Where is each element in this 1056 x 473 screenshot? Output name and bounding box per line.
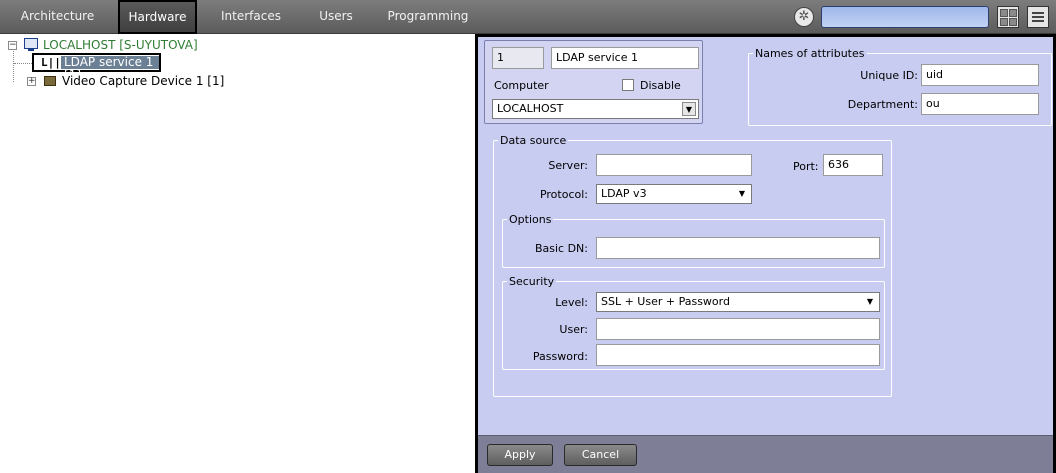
server-label: Server: [548, 159, 588, 172]
unique-id-label: Unique ID: [860, 69, 918, 82]
tree-connector [13, 51, 14, 82]
object-id-field[interactable]: 1 [492, 47, 544, 69]
computer-select-value: LOCALHOST [497, 102, 564, 115]
password-field[interactable] [596, 344, 880, 366]
menu-icon[interactable] [1027, 6, 1049, 28]
hardware-tree: − LOCALHOST [S-UYUTOVA] L|| LDAP service… [0, 35, 475, 473]
protocol-label: Protocol: [539, 188, 588, 201]
object-card: 1 LDAP service 1 Computer Disable LOCALH… [484, 40, 703, 124]
expand-icon[interactable]: + [27, 77, 36, 86]
computer-label: Computer [494, 79, 549, 92]
attributes-legend: Names of attributes [755, 47, 865, 60]
basic-dn-label: Basic DN: [534, 242, 588, 255]
tab-interfaces[interactable]: Interfaces [210, 0, 292, 34]
gear-icon[interactable]: ✲ [794, 7, 814, 27]
security-level-value: SSL + User + Password [601, 295, 730, 308]
protocol-select[interactable]: LDAP v3 ▼ [596, 184, 752, 204]
security-legend: Security [509, 275, 555, 288]
disable-checkbox[interactable] [622, 79, 634, 91]
unique-id-field[interactable]: uid [921, 64, 1039, 86]
user-label: User: [559, 323, 588, 336]
options-legend: Options [509, 213, 552, 226]
tree-item-label: LDAP service 1 [1] [61, 56, 159, 82]
protocol-select-value: LDAP v3 [601, 187, 647, 200]
layout-grid-icon[interactable] [997, 6, 1019, 28]
object-name-field[interactable]: LDAP service 1 [551, 47, 699, 69]
password-label: Password: [532, 350, 588, 363]
tree-item-video-capture[interactable]: Video Capture Device 1 [1] [62, 74, 224, 88]
data-source-legend: Data source [500, 134, 567, 147]
tab-architecture[interactable]: Architecture [0, 0, 115, 34]
search-input[interactable] [821, 6, 989, 28]
top-menu-bar: Architecture Hardware Interfaces Users P… [0, 0, 1056, 34]
security-level-select[interactable]: SSL + User + Password ▼ [596, 292, 880, 312]
computer-icon [24, 38, 38, 51]
department-label: Department: [847, 98, 918, 111]
level-label: Level: [555, 296, 588, 309]
port-label: Port: [793, 160, 819, 173]
apply-button[interactable]: Apply [487, 444, 553, 466]
port-field[interactable]: 636 [823, 154, 883, 176]
chevron-down-icon: ▼ [866, 297, 874, 306]
tree-root-localhost[interactable]: LOCALHOST [S-UYUTOVA] [43, 38, 198, 52]
ldap-icon: L|| [41, 56, 61, 69]
collapse-icon[interactable]: − [8, 41, 17, 50]
chevron-down-icon: ▼ [738, 189, 746, 198]
department-field[interactable]: ou [921, 93, 1039, 115]
settings-panel: 1 LDAP service 1 Computer Disable LOCALH… [475, 34, 1056, 473]
server-field[interactable] [596, 154, 752, 176]
user-field[interactable] [596, 318, 880, 340]
chevron-down-icon: ▼ [682, 102, 696, 116]
basic-dn-field[interactable] [596, 237, 880, 259]
tab-hardware[interactable]: Hardware [118, 0, 197, 34]
tab-programming[interactable]: Programming [382, 0, 474, 34]
disable-label: Disable [640, 79, 681, 92]
cancel-button[interactable]: Cancel [564, 444, 637, 466]
tab-users[interactable]: Users [300, 0, 372, 34]
action-bar: Apply Cancel [478, 435, 1053, 473]
computer-select[interactable]: LOCALHOST ▼ [492, 99, 699, 119]
tree-connector [14, 63, 34, 64]
video-capture-icon [44, 76, 56, 86]
tree-item-ldap-service[interactable]: L|| LDAP service 1 [1] [32, 53, 161, 82]
